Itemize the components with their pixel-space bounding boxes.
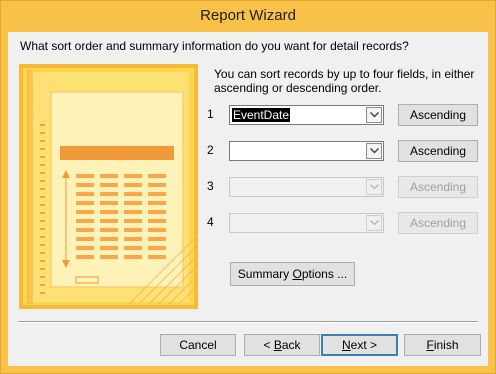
sort-field-4-value bbox=[232, 216, 234, 230]
finish-button[interactable]: Finish bbox=[404, 334, 481, 356]
next-label-post: ext > bbox=[350, 338, 378, 352]
window-title: Report Wizard bbox=[200, 7, 296, 24]
chevron-down-icon[interactable] bbox=[366, 179, 382, 195]
sort-field-2-value bbox=[232, 144, 234, 158]
chevron-down-icon[interactable] bbox=[366, 143, 382, 159]
sort-field-1-combo[interactable]: EventDate bbox=[229, 105, 384, 125]
back-label-post: ack bbox=[281, 338, 301, 352]
finish-accel: F bbox=[426, 338, 434, 352]
sort-order-2-button[interactable]: Ascending bbox=[398, 140, 478, 162]
sort-field-1-value: EventDate bbox=[232, 108, 291, 122]
back-accel: B bbox=[273, 338, 282, 352]
sort-row-4-number: 4 bbox=[207, 215, 214, 229]
next-button[interactable]: Next > bbox=[321, 334, 398, 356]
report-wizard-window: Report Wizard What sort order and summar… bbox=[0, 0, 496, 374]
sort-field-3-combo[interactable] bbox=[229, 177, 384, 197]
summary-options-button[interactable]: Summary Options ... bbox=[230, 262, 355, 286]
wizard-panel: What sort order and summary information … bbox=[8, 32, 488, 366]
sort-field-3-value bbox=[232, 180, 234, 194]
sort-order-3-button[interactable]: Ascending bbox=[398, 176, 478, 198]
back-button[interactable]: < Back bbox=[244, 334, 320, 356]
sort-row-3-number: 3 bbox=[207, 179, 214, 193]
next-accel: N bbox=[341, 338, 351, 352]
title-bar[interactable]: Report Wizard bbox=[1, 1, 495, 31]
wizard-prompt: What sort order and summary information … bbox=[20, 39, 409, 53]
finish-label-post: inish bbox=[433, 338, 459, 352]
footer-separator bbox=[18, 321, 478, 323]
sort-order-4-button[interactable]: Ascending bbox=[398, 212, 478, 234]
cancel-button[interactable]: Cancel bbox=[160, 334, 236, 356]
chevron-down-icon[interactable] bbox=[366, 107, 382, 123]
back-label-pre: < bbox=[263, 338, 274, 352]
summary-options-label-post: ptions ... bbox=[301, 267, 348, 281]
chevron-down-icon[interactable] bbox=[366, 215, 382, 231]
sort-field-4-combo[interactable] bbox=[229, 213, 384, 233]
sort-description: You can sort records by up to four field… bbox=[214, 67, 475, 95]
sort-row-1-number: 1 bbox=[207, 107, 214, 121]
summary-options-label-pre: Summary bbox=[237, 267, 293, 281]
sort-order-1-button[interactable]: Ascending bbox=[398, 104, 478, 126]
sort-row-2-number: 2 bbox=[207, 143, 214, 157]
sort-field-2-combo[interactable] bbox=[229, 141, 384, 161]
report-illustration bbox=[19, 64, 198, 309]
summary-options-accel: O bbox=[292, 267, 302, 281]
